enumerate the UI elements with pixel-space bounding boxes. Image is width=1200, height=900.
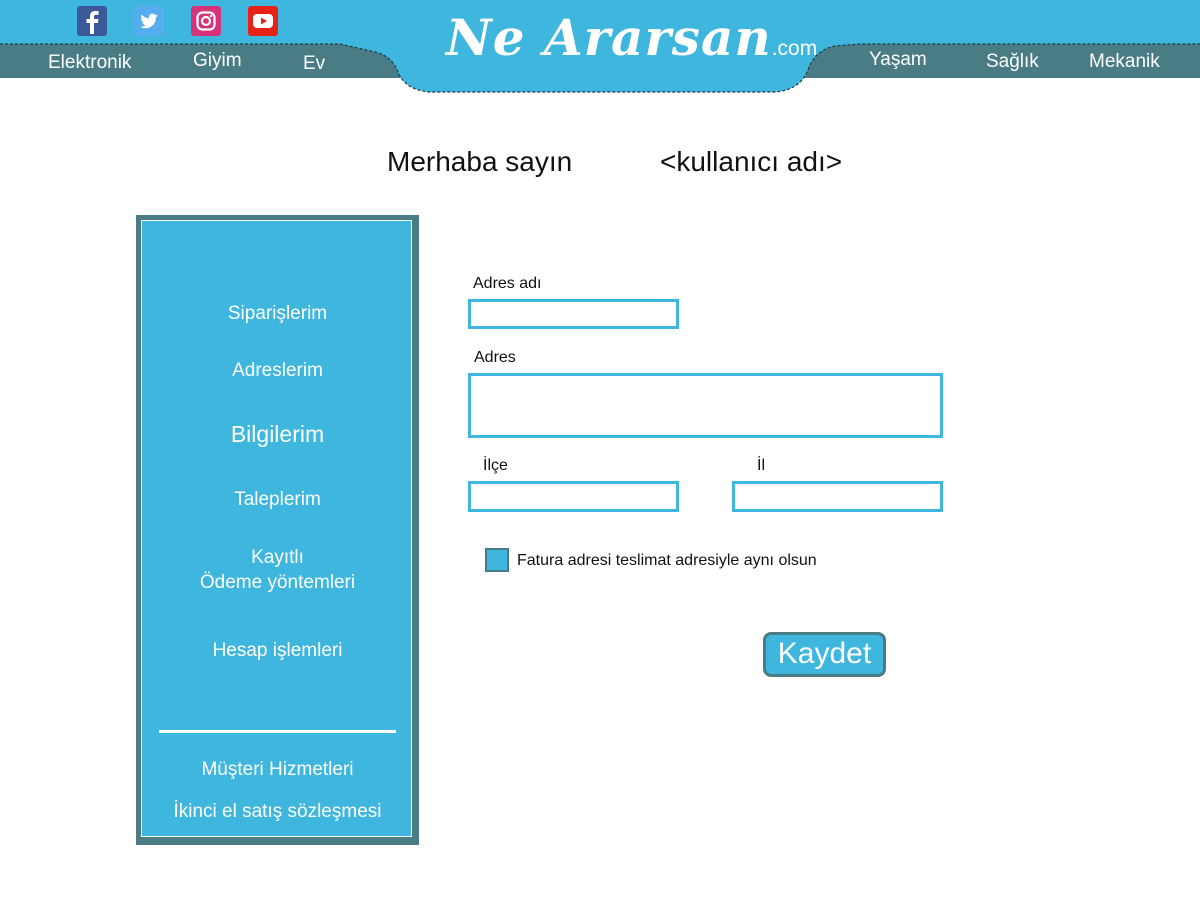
sidebar-item-musteri-hizmetleri[interactable]: Müşteri Hizmetleri bbox=[142, 757, 413, 782]
nav-item-giyim[interactable]: Giyim bbox=[193, 51, 242, 71]
city-label: İl bbox=[757, 457, 765, 474]
sidebar-item-odeme-yontemleri[interactable]: Ödeme yöntemleri bbox=[142, 570, 413, 595]
account-sidebar: Siparişlerim Adreslerim Bilgilerim Talep… bbox=[136, 215, 419, 845]
nav-item-yasam[interactable]: Yaşam bbox=[869, 50, 927, 70]
address-name-input[interactable] bbox=[468, 299, 679, 329]
sidebar-item-ikinci-el-sozlesme[interactable]: İkinci el satış sözleşmesi bbox=[142, 799, 413, 824]
sidebar-item-bilgilerim[interactable]: Bilgilerim bbox=[142, 420, 413, 448]
greeting-prefix: Merhaba sayın bbox=[387, 146, 573, 177]
sidebar-item-kayitli[interactable]: Kayıtlı bbox=[142, 545, 413, 570]
facebook-icon[interactable] bbox=[77, 6, 107, 36]
address-name-label: Adres adı bbox=[473, 275, 542, 292]
logo-suffix-text: .com bbox=[771, 37, 818, 60]
youtube-icon[interactable] bbox=[248, 6, 278, 36]
sidebar-item-adreslerim[interactable]: Adreslerim bbox=[142, 358, 413, 383]
logo-main-text: Ne Ararsan bbox=[446, 8, 772, 67]
nav-item-mekanik[interactable]: Mekanik bbox=[1089, 52, 1160, 72]
sidebar-divider bbox=[159, 730, 396, 733]
save-button[interactable]: Kaydet bbox=[763, 632, 886, 677]
sidebar-item-siparislerim[interactable]: Siparişlerim bbox=[142, 301, 413, 326]
address-label: Adres bbox=[474, 349, 516, 366]
district-label: İlçe bbox=[483, 457, 508, 474]
greeting-username: <kullanıcı adı> bbox=[660, 146, 843, 177]
site-logo[interactable]: Ne Ararsan.com bbox=[446, 8, 817, 67]
site-header: Ne Ararsan.com Elektronik Giyim Ev Yaşam… bbox=[0, 0, 1200, 96]
city-input[interactable] bbox=[732, 481, 943, 512]
nav-item-elektronik[interactable]: Elektronik bbox=[48, 53, 131, 73]
district-input[interactable] bbox=[468, 481, 679, 512]
nav-item-ev[interactable]: Ev bbox=[303, 54, 325, 74]
billing-same-label: Fatura adresi teslimat adresiyle aynı ol… bbox=[517, 552, 817, 569]
nav-item-saglik[interactable]: Sağlık bbox=[986, 52, 1039, 72]
billing-same-checkbox[interactable] bbox=[485, 548, 509, 572]
instagram-icon[interactable] bbox=[191, 6, 221, 36]
address-textarea[interactable] bbox=[468, 373, 943, 438]
sidebar-item-hesap-islemleri[interactable]: Hesap işlemleri bbox=[142, 638, 413, 663]
sidebar-panel: Siparişlerim Adreslerim Bilgilerim Talep… bbox=[141, 220, 412, 837]
sidebar-item-taleplerim[interactable]: Taleplerim bbox=[142, 487, 413, 512]
twitter-icon[interactable] bbox=[134, 6, 164, 36]
